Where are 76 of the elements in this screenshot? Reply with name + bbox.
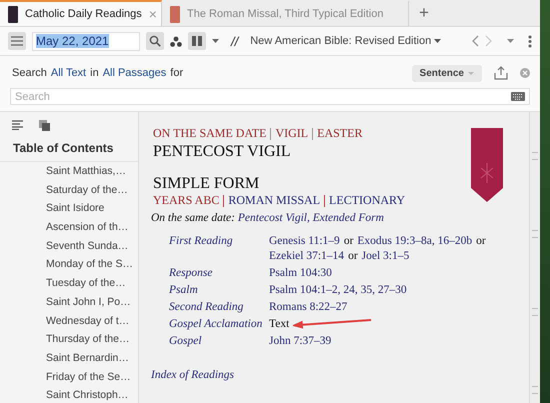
reading-label: Second Reading	[169, 300, 244, 315]
copy-icon[interactable]	[39, 120, 50, 131]
version-dropdown[interactable]: New American Bible: Revised Edition	[250, 35, 442, 47]
tab[interactable]: Catholic Daily Readings ×	[0, 0, 162, 26]
category-link[interactable]: EASTER	[317, 126, 362, 141]
reference-link[interactable]: Genesis 11:1–9	[269, 234, 340, 249]
columns-icon[interactable]	[188, 32, 206, 50]
date-field[interactable]: May 22, 2021	[32, 32, 140, 50]
reading-text: or	[344, 234, 354, 249]
mode-dropdown[interactable]: Sentence	[412, 64, 482, 82]
caret-icon[interactable]	[212, 39, 219, 43]
back-icon[interactable]	[471, 35, 479, 47]
reference-link[interactable]: Romans 8:22–27	[269, 300, 348, 315]
section-title: SIMPLE FORM	[153, 175, 260, 193]
search-icon[interactable]	[146, 32, 164, 50]
reading-text: Text	[269, 317, 290, 332]
toc-item[interactable]: Saint Bernardin…	[0, 348, 138, 368]
toc-item[interactable]: Saint John I, Po…	[0, 292, 138, 312]
reading-label: Gospel	[169, 334, 203, 349]
scroll-marker	[532, 386, 538, 394]
parallel-button[interactable]: //	[231, 34, 238, 48]
book-cover-icon	[170, 6, 180, 22]
toc-item[interactable]: Tuesday of the…	[0, 274, 138, 293]
reference-link[interactable]: Joel 3:1–5	[362, 249, 410, 264]
bookmark-ribbon-icon	[471, 128, 503, 202]
new-tab-button[interactable]: +	[409, 0, 439, 26]
reference-link[interactable]: John 7:37–39	[269, 334, 332, 349]
search-label: in	[90, 67, 99, 79]
toc-item[interactable]: Saint Christoph…	[0, 386, 138, 403]
caret-icon[interactable]	[507, 39, 514, 43]
panel-title: Table of Contents	[0, 137, 138, 162]
toc-item[interactable]: Saint Isidore	[0, 199, 138, 218]
toc-item[interactable]: Wednesday of t…	[0, 312, 138, 330]
reading-text: or	[476, 234, 486, 249]
scroll-marker	[532, 230, 538, 238]
reading-text: or	[348, 249, 358, 264]
reading-label: Gospel Acclamation	[169, 317, 264, 332]
same-date-label: On the same date:	[151, 212, 235, 224]
caret-icon	[434, 39, 442, 43]
reference-link[interactable]: Ezekiel 37:1–14	[269, 249, 344, 264]
scroll-marker	[532, 308, 538, 316]
category-link[interactable]: VIGIL	[275, 126, 308, 141]
reference-link[interactable]: Exodus 19:3–8a, 16–20b	[357, 234, 472, 249]
search-field[interactable]: Search	[10, 88, 530, 105]
dots-icon[interactable]	[170, 36, 182, 46]
toc-item[interactable]: Seventh Sunda…	[0, 236, 138, 256]
same-date-link[interactable]: Pentecost Vigil, Extended Form	[238, 212, 384, 224]
list-icon[interactable]	[12, 120, 23, 130]
source-link[interactable]: ROMAN MISSAL	[228, 193, 320, 208]
reading-label: Psalm	[169, 283, 199, 298]
search-label: Search	[12, 67, 47, 79]
source-link[interactable]: YEARS ABC	[153, 193, 220, 208]
reading-label: Response	[169, 266, 214, 281]
book-cover-icon	[8, 6, 18, 22]
toc-item[interactable]: Saint Matthias,…	[0, 162, 138, 181]
caret-icon	[468, 72, 474, 74]
toc-item[interactable]: Ascension of th…	[0, 218, 138, 237]
menu-icon[interactable]	[8, 32, 26, 50]
reading-label: First Reading	[169, 234, 234, 249]
search-label: for	[170, 67, 184, 79]
keyboard-icon[interactable]	[511, 92, 525, 101]
category-link[interactable]: ON THE SAME DATE	[153, 126, 266, 141]
more-icon[interactable]	[528, 34, 532, 48]
scope-link[interactable]: All Text	[50, 67, 86, 79]
toc-item[interactable]: Monday of the S…	[0, 255, 138, 274]
reference-link[interactable]: Psalm 104:30	[269, 266, 332, 281]
toc-item[interactable]: Saturday of the…	[0, 180, 138, 200]
reference-link[interactable]: Psalm 104:1–2, 24, 35, 27–30	[269, 283, 407, 298]
toc-item[interactable]: Friday of the Se…	[0, 368, 138, 386]
document-title: PENTECOST VIGIL	[153, 143, 292, 161]
source-link[interactable]: LECTIONARY	[329, 193, 406, 208]
share-icon[interactable]	[494, 66, 508, 80]
index-link[interactable]: Index of Readings	[151, 369, 517, 381]
range-link[interactable]: All Passages	[102, 67, 166, 79]
scroll-marker	[532, 152, 538, 160]
toc-item[interactable]: Thursday of the…	[0, 330, 138, 349]
